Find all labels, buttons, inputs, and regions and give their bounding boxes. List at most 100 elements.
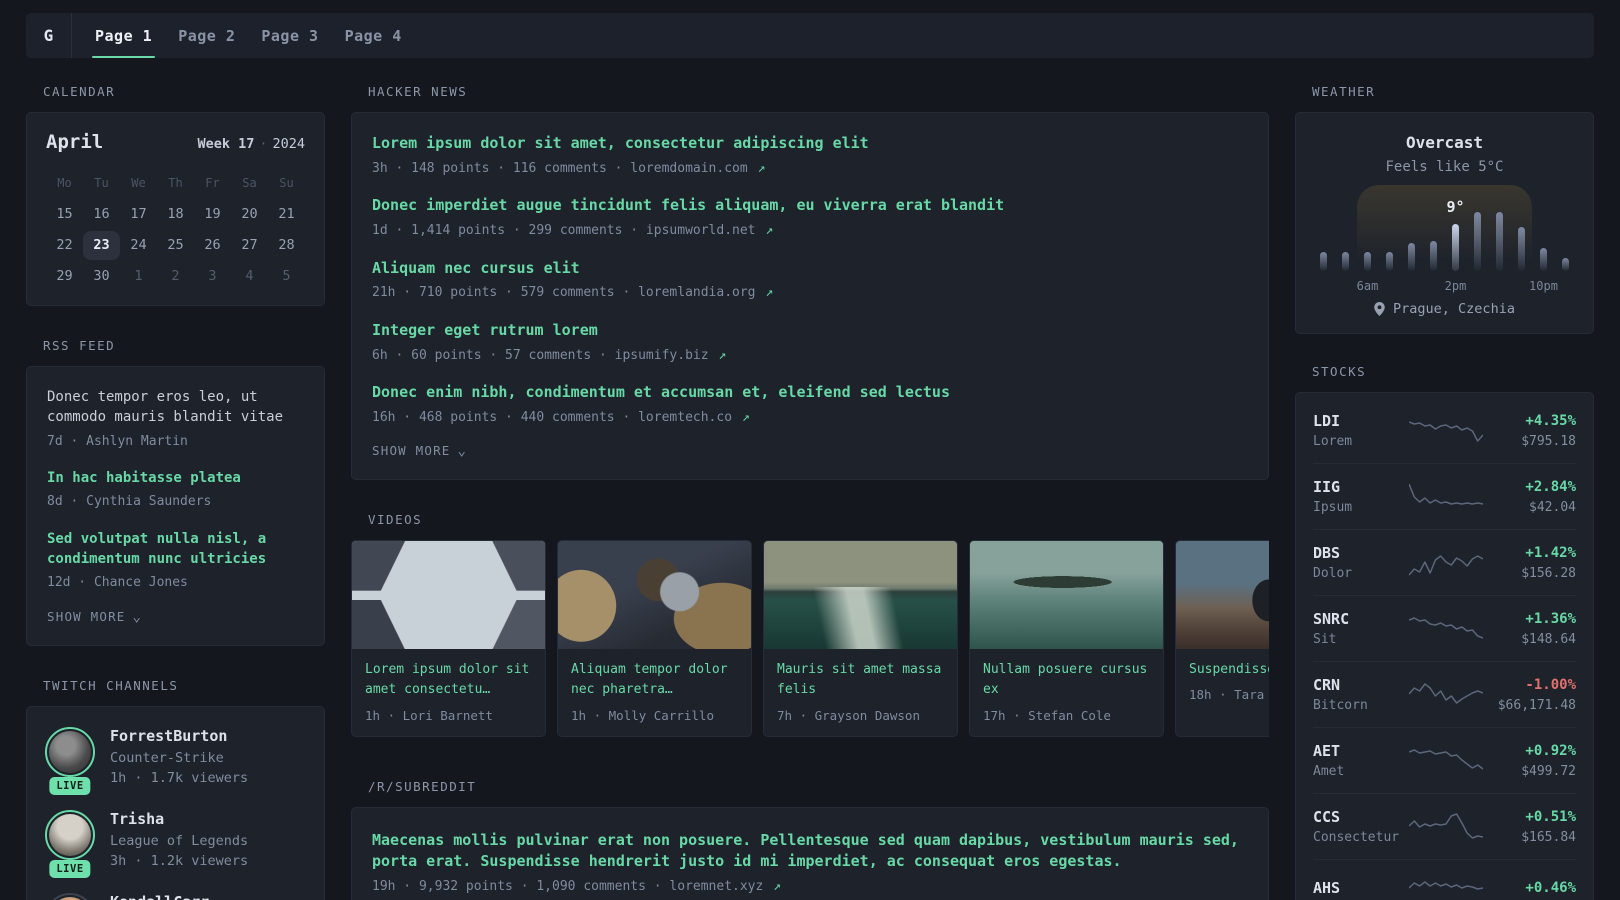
- live-badge: LIVE: [49, 777, 91, 796]
- video-card[interactable]: Mauris sit amet massa felis 7h · Grayson…: [763, 540, 958, 737]
- twitch-channel-name[interactable]: Trisha: [110, 810, 248, 828]
- hn-item[interactable]: Aliquam nec cursus elit 21h · 710 points…: [372, 258, 1248, 303]
- weather-hourly-chart: 6am 2pm 10pm 9°: [1320, 185, 1569, 293]
- twitch-channel-row[interactable]: LIVE ForrestBurton Counter-Strike 1h · 1…: [45, 726, 306, 796]
- rss-item-title[interactable]: In hac habitasse platea: [47, 468, 304, 488]
- reddit-widget: /R/SUBREDDIT Maecenas mollis pulvinar er…: [351, 779, 1269, 900]
- calendar-weekday: Mo: [57, 176, 72, 190]
- weather-card: Overcast Feels like 5°C 6am 2pm 10pm 9° Pra…: [1295, 112, 1594, 334]
- video-thumbnail[interactable]: [352, 541, 545, 650]
- videos-widget: VIDEOS Lorem ipsum dolor sit amet consec…: [351, 512, 1269, 737]
- twitch-channel-name[interactable]: ForrestBurton: [110, 727, 248, 745]
- tab-page-3[interactable]: Page 3: [248, 13, 331, 58]
- external-link-icon[interactable]: ↗: [765, 223, 773, 238]
- calendar-day: 28: [278, 237, 295, 253]
- video-title[interactable]: Lorem ipsum dolor sit amet consectetu…: [365, 660, 532, 700]
- twitch-avatar[interactable]: [45, 893, 95, 900]
- stock-symbol[interactable]: AHS: [1313, 879, 1409, 897]
- hn-item-title[interactable]: Integer eget rutrum lorem: [372, 320, 1248, 342]
- rss-item-title[interactable]: Sed volutpat nulla nisl, a condimentum n…: [47, 529, 304, 570]
- weather-location: Prague, Czechia: [1316, 301, 1573, 317]
- hn-item-title[interactable]: Lorem ipsum dolor sit amet, consectetur …: [372, 133, 1248, 155]
- rss-item-title[interactable]: Donec tempor eros leo, ut commodo mauris…: [47, 387, 304, 428]
- stock-row[interactable]: SNRC Sit +1.36% $148.64: [1313, 595, 1576, 661]
- hn-item[interactable]: Lorem ipsum dolor sit amet, consectetur …: [372, 133, 1248, 178]
- stock-symbol[interactable]: DBS: [1313, 544, 1409, 562]
- stock-row[interactable]: CCS Consectetur +0.51% $165.84: [1313, 793, 1576, 859]
- app-logo[interactable]: G: [26, 13, 72, 58]
- stock-name: Amet: [1313, 764, 1345, 779]
- hn-item[interactable]: Integer eget rutrum lorem 6h · 60 points…: [372, 320, 1248, 365]
- reddit-post[interactable]: Maecenas mollis pulvinar erat non posuer…: [372, 830, 1248, 897]
- video-title[interactable]: Nullam posuere cursus ex: [983, 660, 1150, 700]
- page-tabs: Page 1 Page 2 Page 3 Page 4: [82, 13, 415, 58]
- stock-row[interactable]: LDI Lorem +4.35% $795.18: [1313, 398, 1576, 463]
- rss-item-meta: 8d · Cynthia Saunders: [47, 494, 212, 510]
- video-card[interactable]: Aliquam tempor dolor nec pharetra… 1h · …: [557, 540, 752, 737]
- video-thumbnail[interactable]: [558, 541, 751, 650]
- reddit-post-title[interactable]: Maecenas mollis pulvinar erat non posuer…: [372, 830, 1248, 874]
- external-link-icon[interactable]: ↗: [773, 879, 781, 894]
- calendar-day: 22: [56, 237, 73, 253]
- stock-row[interactable]: IIG Ipsum +2.84% $42.04: [1313, 463, 1576, 529]
- video-card[interactable]: Lorem ipsum dolor sit amet consectetu… 1…: [351, 540, 546, 737]
- hn-item[interactable]: Donec enim nibh, condimentum et accumsan…: [372, 382, 1248, 427]
- twitch-channel-name[interactable]: KendallCarr: [110, 893, 209, 900]
- twitch-widget: TWITCH CHANNELS LIVE ForrestBurton Count…: [26, 678, 325, 900]
- video-card[interactable]: Nullam posuere cursus ex 17h · Stefan Co…: [969, 540, 1164, 737]
- twitch-avatar[interactable]: LIVE: [45, 810, 95, 879]
- stock-symbol[interactable]: AET: [1313, 742, 1409, 760]
- video-thumbnail[interactable]: [1176, 541, 1269, 650]
- video-title[interactable]: Mauris sit amet massa felis: [777, 660, 944, 700]
- external-link-icon[interactable]: ↗: [718, 348, 726, 363]
- stock-row[interactable]: AET Amet +0.92% $499.72: [1313, 727, 1576, 793]
- weather-condition: Overcast: [1405, 133, 1484, 152]
- stock-symbol[interactable]: LDI: [1313, 412, 1409, 430]
- tab-page-1[interactable]: Page 1: [82, 13, 165, 58]
- rss-item-meta: 12d · Chance Jones: [47, 575, 188, 591]
- hn-show-more-button[interactable]: SHOW MORE ⌄: [372, 443, 1248, 459]
- stock-symbol[interactable]: CRN: [1313, 676, 1409, 694]
- calendar-weekday: We: [131, 176, 146, 190]
- twitch-section-title: TWITCH CHANNELS: [43, 677, 179, 693]
- weather-hour-label: 6am: [1356, 279, 1379, 293]
- twitch-channel-game[interactable]: League of Legends: [110, 832, 248, 852]
- hn-item-title[interactable]: Aliquam nec cursus elit: [372, 258, 1248, 280]
- rss-item[interactable]: Sed volutpat nulla nisl, a condimentum n…: [47, 529, 304, 593]
- hn-item[interactable]: Donec imperdiet augue tincidunt felis al…: [372, 195, 1248, 240]
- twitch-channel-row[interactable]: KendallCarr: [45, 893, 306, 900]
- tab-page-4[interactable]: Page 4: [332, 13, 415, 58]
- weather-bar: [1364, 252, 1371, 271]
- external-link-icon[interactable]: ↗: [765, 285, 773, 300]
- hn-card: Lorem ipsum dolor sit amet, consectetur …: [351, 112, 1269, 481]
- video-title[interactable]: Suspendisse diam: [1189, 660, 1269, 680]
- twitch-channel-row[interactable]: LIVE Trisha League of Legends 3h · 1.2k …: [45, 810, 306, 879]
- rss-item[interactable]: Donec tempor eros leo, ut commodo mauris…: [47, 387, 304, 451]
- tab-page-2[interactable]: Page 2: [165, 13, 248, 58]
- stock-sparkline: [1409, 616, 1483, 639]
- calendar-month: April: [46, 131, 104, 153]
- twitch-avatar[interactable]: LIVE: [45, 726, 95, 796]
- twitch-channel-viewers: 1h · 1.7k viewers: [110, 769, 249, 786]
- stock-name: Bitcorn: [1313, 698, 1368, 713]
- stock-row[interactable]: CRN Bitcorn -1.00% $66,171.48: [1313, 661, 1576, 727]
- rss-item[interactable]: In hac habitasse platea 8d · Cynthia Sau…: [47, 468, 304, 512]
- video-title[interactable]: Aliquam tempor dolor nec pharetra…: [571, 660, 738, 700]
- external-link-icon[interactable]: ↗: [742, 410, 750, 425]
- stock-symbol[interactable]: SNRC: [1313, 610, 1409, 628]
- video-thumbnail[interactable]: [970, 541, 1163, 650]
- stock-change: +0.92%: [1525, 742, 1576, 759]
- twitch-channel-game[interactable]: Counter-Strike: [110, 749, 248, 769]
- external-link-icon[interactable]: ↗: [758, 161, 766, 176]
- stock-row[interactable]: AHS +0.46%: [1313, 859, 1576, 900]
- stock-symbol[interactable]: IIG: [1313, 478, 1409, 496]
- stock-symbol[interactable]: CCS: [1313, 808, 1409, 826]
- hn-item-title[interactable]: Donec imperdiet augue tincidunt felis al…: [372, 195, 1248, 217]
- stock-row[interactable]: DBS Dolor +1.42% $156.28: [1313, 529, 1576, 595]
- video-thumbnail[interactable]: [764, 541, 957, 650]
- calendar-header: April Week 17 · 2024: [46, 131, 305, 153]
- hn-item-title[interactable]: Donec enim nibh, condimentum et accumsan…: [372, 382, 1248, 404]
- video-card[interactable]: Suspendisse diam 18h · Tara: [1175, 540, 1269, 737]
- twitch-channel-viewers: 3h · 1.2k viewers: [110, 852, 249, 869]
- rss-show-more-button[interactable]: SHOW MORE ⌄: [47, 609, 304, 625]
